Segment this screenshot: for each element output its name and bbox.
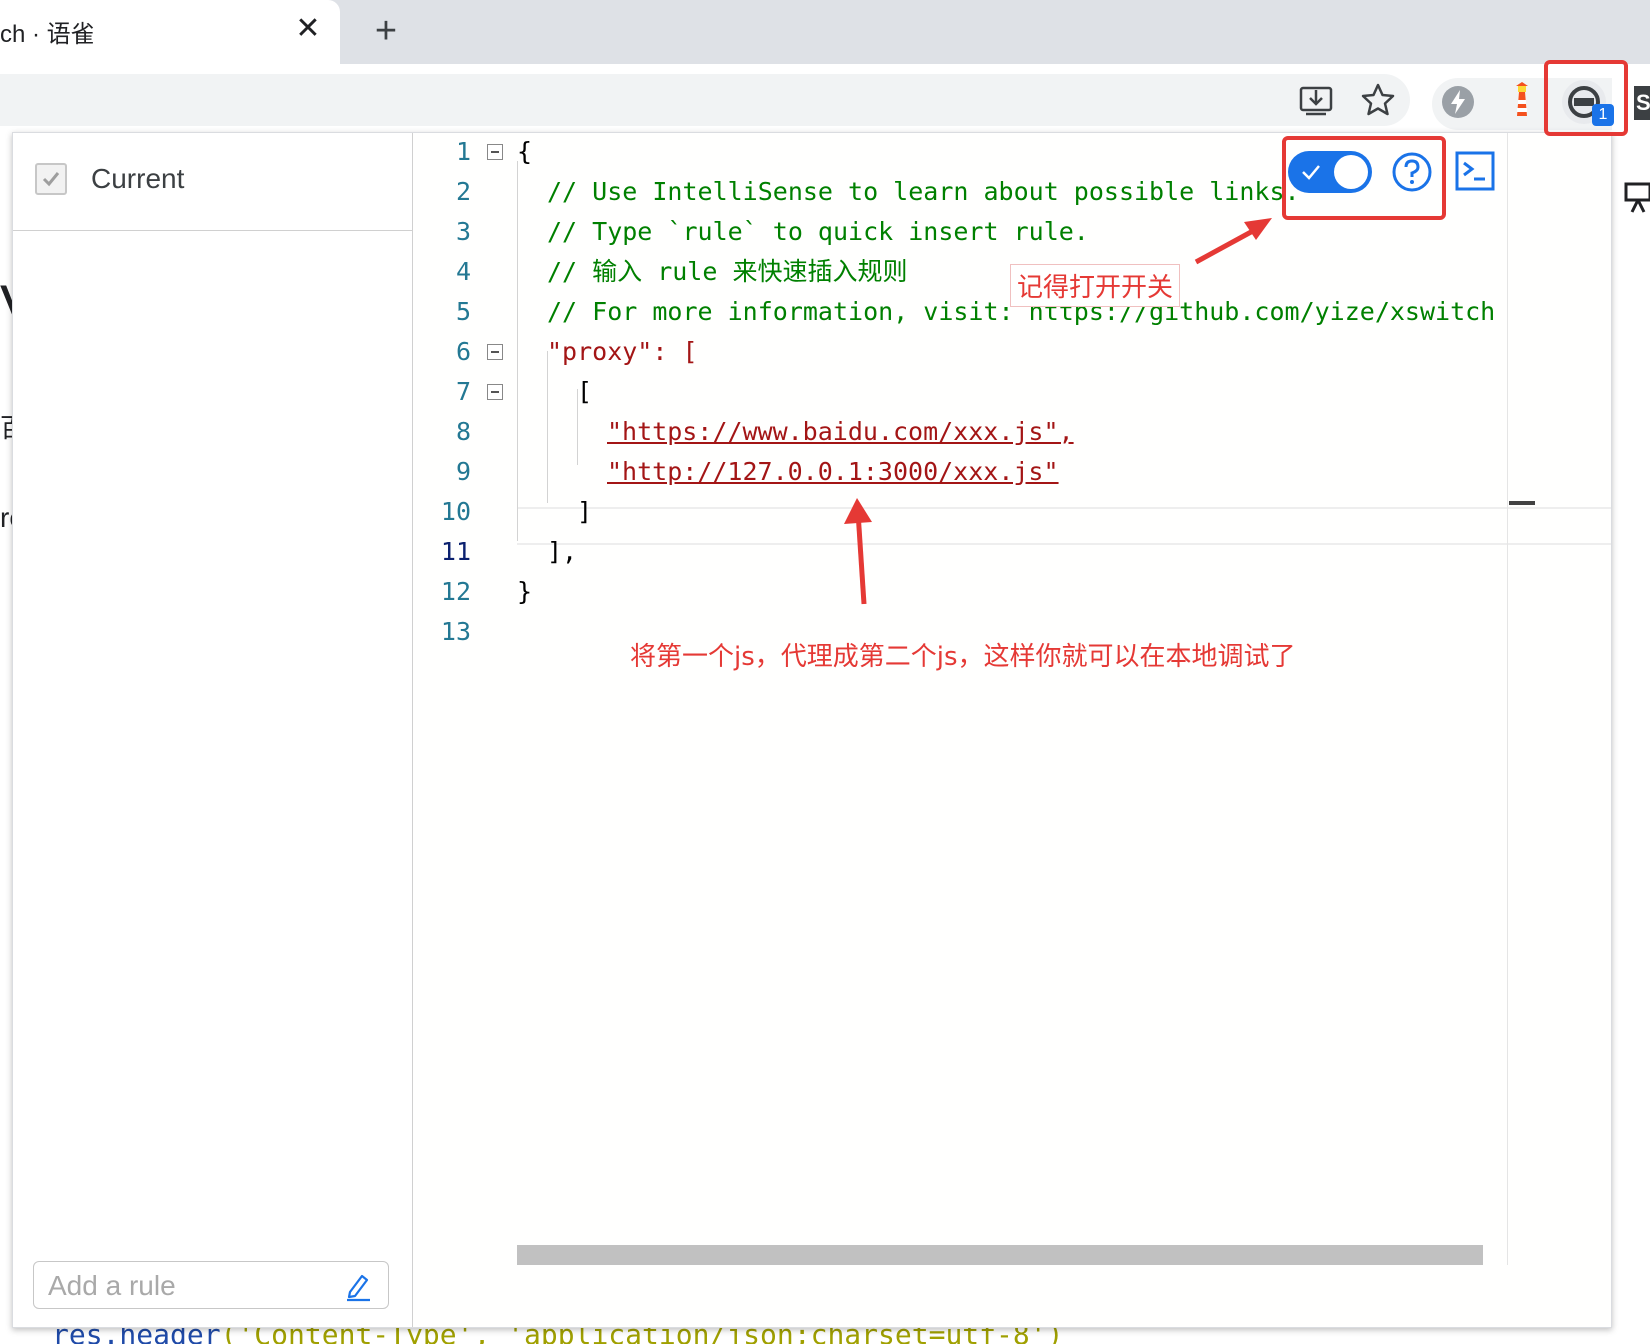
line-number: 6 [455, 337, 471, 366]
line-number: 8 [455, 417, 471, 446]
browser-toolbar [0, 64, 1650, 132]
line-number: 9 [455, 457, 471, 486]
scroll-position-marker [1509, 501, 1535, 505]
line-number: 7 [455, 377, 471, 406]
vertical-scrollbar[interactable] [1507, 133, 1535, 1265]
annotation-switch-note: 记得打开开关 [1010, 264, 1181, 307]
tab-title: ch · 语雀 [0, 21, 95, 48]
rule-item[interactable]: Current [13, 133, 413, 231]
code-text: // Type `rule` to quick insert rule. [547, 217, 1089, 246]
fold-toggle-icon[interactable] [487, 144, 503, 160]
code-line[interactable]: 8 "https://www.baidu.com/xxx.js", [413, 413, 1611, 451]
lighthouse-extension-icon[interactable] [1502, 80, 1542, 120]
line-number: 2 [455, 177, 471, 206]
new-tab-button[interactable]: + [366, 12, 406, 52]
code-text: { [517, 137, 533, 166]
code-line[interactable]: 9 "http://127.0.0.1:3000/xxx.js" [413, 453, 1611, 491]
code-line[interactable]: 7[ [413, 373, 1611, 411]
pencil-icon[interactable] [342, 1270, 374, 1302]
bolt-extension-icon[interactable] [1438, 82, 1478, 122]
terminal-icon[interactable] [1455, 151, 1495, 191]
annotation-switch-box [1282, 136, 1446, 220]
line-number: 5 [455, 297, 471, 326]
partial-extension-icon[interactable]: S [1634, 86, 1650, 120]
rule-name: Current [91, 163, 185, 194]
line-number: 3 [455, 217, 471, 246]
browser-tab[interactable]: ch · 语雀 ✕ [0, 0, 340, 64]
tab-strip: ch · 语雀 ✕ + [0, 0, 1650, 64]
code-text: "proxy": [ [547, 337, 698, 366]
code-text: ], [547, 537, 578, 566]
code-text: "http://127.0.0.1:3000/xxx.js" [607, 457, 1059, 486]
line-number: 4 [455, 257, 471, 286]
install-icon[interactable] [1296, 80, 1336, 120]
add-rule-input[interactable] [48, 1270, 328, 1302]
code-text: } [517, 577, 533, 606]
close-tab-icon[interactable]: ✕ [292, 14, 324, 46]
annotation-extension-box [1544, 60, 1628, 136]
annotation-proxy-note: 将第一个js，代理成第二个js，这样你就可以在本地调试了 [630, 642, 1296, 672]
star-icon[interactable] [1358, 80, 1398, 120]
rules-sidebar: Current [13, 133, 413, 1327]
code-line[interactable]: 6 "proxy": [ [413, 333, 1611, 371]
address-bar[interactable] [0, 74, 1410, 126]
code-text: [ [577, 377, 593, 406]
code-line[interactable]: 11], [413, 533, 1611, 571]
fold-toggle-icon[interactable] [487, 384, 503, 400]
add-rule-box [33, 1261, 389, 1309]
line-number: 11 [440, 537, 471, 566]
line-number: 10 [440, 497, 471, 526]
fold-toggle-icon[interactable] [487, 344, 503, 360]
code-text: ] [577, 497, 593, 526]
code-text: // 输入 rule 来快速插入规则 [547, 257, 908, 286]
line-number: 1 [455, 137, 471, 166]
code-text: "https://www.baidu.com/xxx.js", [607, 417, 1074, 446]
presentation-icon [1624, 180, 1650, 216]
line-number: 12 [440, 577, 471, 606]
code-editor[interactable]: 1 {2 // Use IntelliSense to learn about po… [413, 133, 1611, 1327]
code-text: // Use IntelliSense to learn about possi… [547, 177, 1300, 206]
code-line[interactable]: 10] [413, 493, 1611, 531]
line-number: 13 [440, 617, 471, 646]
code-line[interactable]: 12} [413, 573, 1611, 611]
xswitch-popup: Current 1 {2 // Use IntelliSense to learn … [12, 132, 1612, 1328]
rule-checkbox[interactable] [35, 163, 67, 195]
horizontal-scrollbar[interactable] [517, 1245, 1483, 1265]
